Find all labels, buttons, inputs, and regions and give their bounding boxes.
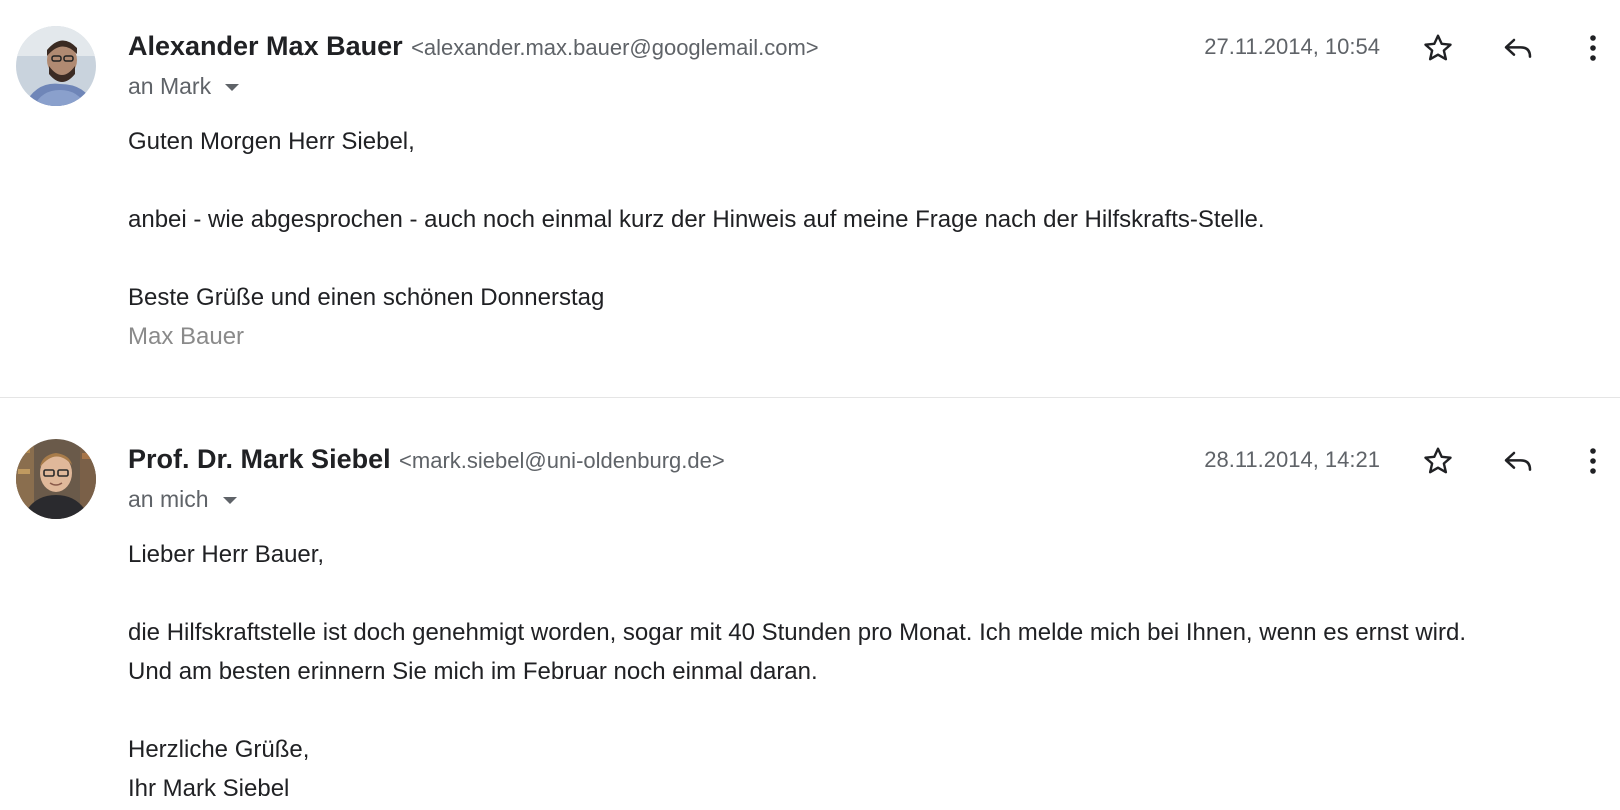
recipient-dropdown[interactable]: an mich	[128, 483, 237, 515]
sender-name[interactable]: Prof. Dr. Mark Siebel	[128, 444, 391, 474]
email-message-1: Alexander Max Bauer <alexander.max.bauer…	[0, 0, 1620, 398]
avatar-photo-1	[16, 26, 96, 106]
star-icon	[1424, 34, 1452, 61]
body-greeting: Lieber Herr Bauer,	[128, 541, 325, 568]
body-signature: Ihr Mark Siebel	[128, 775, 290, 802]
body-greeting: Guten Morgen Herr Siebel,	[128, 128, 415, 155]
body-paragraph-line: Und am besten erinnern Sie mich im Febru…	[128, 658, 818, 685]
more-options-button[interactable]	[1578, 26, 1608, 70]
star-button[interactable]	[1416, 26, 1460, 70]
body-closing: Herzliche Grüße,	[128, 736, 310, 763]
reply-button[interactable]	[1496, 26, 1540, 70]
more-vert-icon	[1590, 35, 1596, 61]
sender-line: Prof. Dr. Mark Siebel <mark.siebel@uni-o…	[128, 439, 725, 484]
star-button[interactable]	[1416, 439, 1460, 483]
reply-icon	[1504, 451, 1532, 471]
avatar-sender-1[interactable]	[16, 26, 96, 106]
email-message-2: Prof. Dr. Mark Siebel <mark.siebel@uni-o…	[0, 413, 1620, 810]
message-divider	[0, 397, 1620, 398]
body-signature: Max Bauer	[128, 323, 245, 350]
recipient-label: an mich	[128, 486, 209, 512]
body-closing: Beste Grüße und einen schönen Donnerstag	[128, 284, 605, 311]
body-paragraph-line: die Hilfskraftstelle ist doch genehmigt …	[128, 619, 1467, 646]
message-date: 27.11.2014, 10:54	[1204, 34, 1380, 59]
reply-icon	[1504, 38, 1532, 58]
sender-line: Alexander Max Bauer <alexander.max.bauer…	[128, 26, 819, 71]
chevron-down-icon	[222, 497, 237, 505]
avatar-photo-2	[16, 439, 96, 519]
star-icon	[1424, 447, 1452, 474]
sender-email: <mark.siebel@uni-oldenburg.de>	[399, 448, 725, 473]
more-vert-icon	[1590, 448, 1596, 474]
message-date: 28.11.2014, 14:21	[1204, 447, 1380, 472]
more-options-button[interactable]	[1578, 439, 1608, 483]
avatar-sender-2[interactable]	[16, 439, 96, 519]
message-body: Guten Morgen Herr Siebel, anbei - wie ab…	[128, 122, 1598, 356]
sender-name[interactable]: Alexander Max Bauer	[128, 31, 403, 61]
message-body: Lieber Herr Bauer, die Hilfskraftstelle …	[128, 535, 1598, 808]
recipient-label: an Mark	[128, 73, 212, 99]
reply-button[interactable]	[1496, 439, 1540, 483]
chevron-down-icon	[225, 84, 240, 92]
recipient-dropdown[interactable]: an Mark	[128, 70, 240, 102]
sender-email: <alexander.max.bauer@googlemail.com>	[411, 35, 819, 60]
body-paragraph: anbei - wie abgesprochen - auch noch ein…	[128, 206, 1265, 233]
